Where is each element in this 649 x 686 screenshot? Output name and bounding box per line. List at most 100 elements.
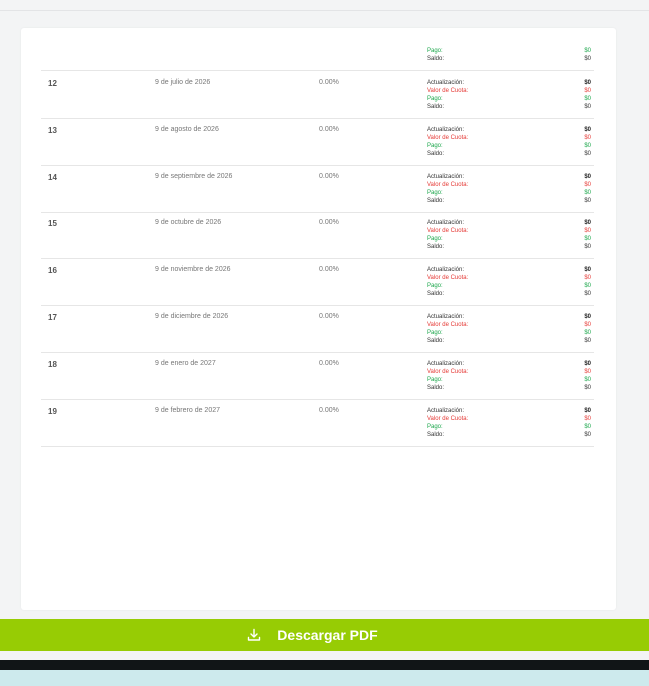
row-values: $0 $0 $0 $0	[584, 219, 591, 251]
saldo-label: Saldo:	[427, 150, 445, 157]
pago-value: $0	[584, 236, 591, 243]
installment-date: 9 de agosto de 2026	[155, 125, 219, 133]
row-labels: Actualización: Valor de Cuota: Pago: Saldo:	[427, 173, 468, 205]
pago-label: Pago:	[427, 96, 443, 102]
interest-rate: 0.00%	[319, 125, 339, 133]
valor-cuota-label: Valor de Cuota:	[427, 134, 469, 141]
saldo-label: Saldo:	[427, 104, 445, 110]
actualizacion-label: Actualización:	[427, 220, 465, 227]
valor-cuota-value: $0	[584, 275, 591, 282]
saldo-label: Saldo:	[427, 291, 445, 298]
pago-value: $0	[584, 283, 591, 290]
schedule-card: Pago: Saldo: $0 $0 12 9 de julio de 2026 0…	[21, 28, 616, 610]
dark-bar	[0, 660, 649, 670]
pago-label: Pago:	[427, 142, 443, 149]
actualizacion-value: $0	[584, 267, 591, 274]
saldo-value: $0	[584, 56, 591, 62]
valor-cuota-value: $0	[584, 415, 591, 422]
valor-cuota-label: Valor de Cuota:	[427, 415, 469, 422]
actualizacion-value: $0	[584, 80, 591, 86]
separator	[0, 651, 649, 660]
installment-number: 12	[48, 79, 57, 88]
row-values: $0 $0 $0 $0	[584, 360, 591, 392]
installment-date: 9 de noviembre de 2026	[155, 266, 231, 274]
row-labels: Actualización: Valor de Cuota: Pago: Saldo:	[427, 266, 468, 298]
row-labels: Actualización: Valor de Cuota: Pago: Saldo:	[427, 407, 468, 439]
interest-rate: 0.00%	[319, 219, 339, 227]
valor-cuota-label: Valor de Cuota:	[427, 275, 469, 282]
saldo-value: $0	[584, 197, 591, 204]
actualizacion-value: $0	[584, 126, 591, 133]
table-row: 14 9 de septiembre de 2026 0.00% Actualizac…	[41, 166, 594, 213]
table-row-partial: Pago: Saldo: $0 $0	[41, 47, 594, 71]
installment-date: 9 de enero de 2027	[155, 359, 216, 367]
actualizacion-value: $0	[584, 220, 591, 227]
valor-cuota-value: $0	[584, 228, 591, 235]
row-labels: Actualización: Valor de Cuota: Pago: Saldo:	[427, 360, 468, 392]
saldo-label: Saldo:	[427, 384, 445, 391]
table-row: 17 9 de diciembre de 2026 0.00% Actualizaci…	[41, 306, 594, 353]
saldo-value: $0	[584, 431, 591, 438]
pago-value: $0	[584, 48, 591, 54]
valor-cuota-value: $0	[584, 134, 591, 141]
installment-date: 9 de diciembre de 2026	[155, 313, 229, 320]
actualizacion-value: $0	[584, 314, 591, 320]
valor-cuota-value: $0	[584, 181, 591, 188]
actualizacion-value: $0	[584, 173, 591, 180]
actualizacion-label: Actualización:	[427, 173, 465, 180]
table-row: 16 9 de noviembre de 2026 0.00% Actualizaci…	[41, 259, 594, 307]
actualizacion-label: Actualización:	[427, 126, 465, 133]
installment-date: 9 de febrero de 2027	[155, 406, 220, 414]
interest-rate: 0.00%	[319, 266, 339, 274]
pago-label: Pago:	[427, 376, 443, 383]
pago-label: Pago:	[427, 330, 443, 336]
saldo-label: Saldo:	[427, 197, 445, 204]
download-icon	[248, 628, 261, 641]
table-row: 19 9 de febrero de 2027 0.00% Actualización…	[41, 400, 594, 447]
pago-value: $0	[584, 189, 591, 196]
saldo-label: Saldo:	[427, 431, 445, 438]
actualizacion-label: Actualización:	[427, 314, 465, 320]
pago-value: $0	[584, 423, 591, 430]
table-row: 18 9 de enero de 2027 0.00% Actualización: V…	[41, 353, 594, 400]
download-pdf-button[interactable]: Descargar PDF	[0, 619, 649, 651]
saldo-value: $0	[584, 104, 591, 110]
row-values: $0 $0 $0 $0	[584, 79, 591, 111]
pago-value: $0	[584, 96, 591, 102]
pago-label: Pago:	[427, 423, 443, 430]
saldo-value: $0	[584, 291, 591, 298]
installment-number: 18	[48, 359, 57, 369]
bottom-bar	[0, 670, 649, 686]
row-labels: Actualización: Valor de Cuota: Pago: Saldo:	[427, 219, 468, 251]
download-pdf-label: Descargar PDF	[277, 627, 378, 643]
row-values: $0 $0	[584, 47, 591, 63]
valor-cuota-label: Valor de Cuota:	[427, 88, 469, 94]
actualizacion-label: Actualización:	[427, 407, 465, 414]
row-labels: Actualización: Valor de Cuota: Pago: Saldo:	[427, 79, 468, 111]
pago-label: Pago:	[427, 283, 443, 290]
table-row: 12 9 de julio de 2026 0.00% Actualización: V…	[41, 72, 594, 119]
installment-number: 17	[48, 313, 57, 322]
pago-label: Pago:	[427, 236, 443, 243]
actualizacion-label: Actualización:	[427, 360, 465, 367]
pago-label: Pago:	[427, 189, 443, 196]
valor-cuota-label: Valor de Cuota:	[427, 181, 469, 188]
pago-label: Pago:	[427, 48, 443, 54]
interest-rate: 0.00%	[319, 406, 339, 414]
valor-cuota-value: $0	[584, 368, 591, 375]
row-values: $0 $0 $0 $0	[584, 126, 591, 158]
pago-value: $0	[584, 376, 591, 383]
installment-number: 16	[48, 266, 57, 276]
valor-cuota-label: Valor de Cuota:	[427, 322, 469, 328]
valor-cuota-label: Valor de Cuota:	[427, 368, 469, 375]
row-values: $0 $0 $0 $0	[584, 407, 591, 439]
installment-date: 9 de julio de 2026	[155, 79, 211, 86]
row-values: $0 $0 $0 $0	[584, 266, 591, 298]
installment-number: 13	[48, 125, 57, 135]
installment-date: 9 de octubre de 2026	[155, 219, 222, 227]
actualizacion-value: $0	[584, 407, 591, 414]
installment-number: 14	[48, 172, 57, 182]
row-values: $0 $0 $0 $0	[584, 173, 591, 205]
saldo-label: Saldo:	[427, 338, 445, 344]
pago-value: $0	[584, 330, 591, 336]
